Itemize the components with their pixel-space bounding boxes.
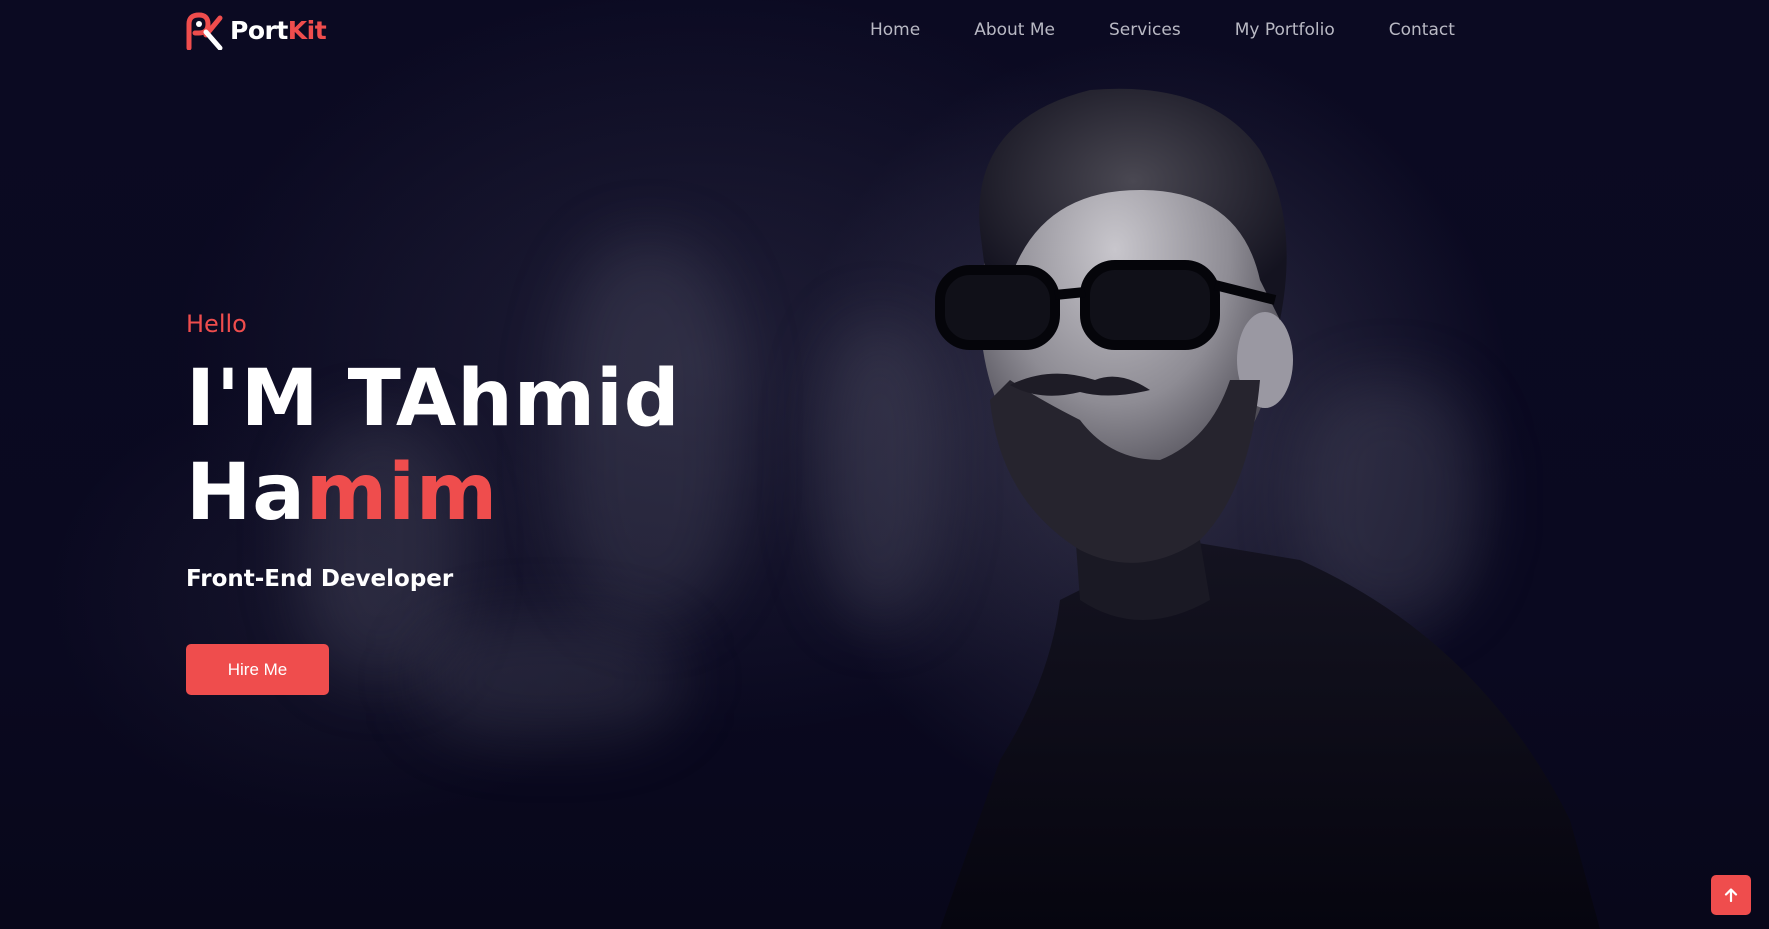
arrow-up-icon — [1724, 888, 1738, 902]
nav-item-my-portfolio[interactable]: My Portfolio — [1235, 20, 1335, 40]
hero-name-part: Ha — [186, 448, 306, 538]
role-subtitle: Front-End Developer — [186, 566, 454, 592]
hero-name-accent: mim — [305, 448, 499, 538]
hero-name-line-1: I'M TAhmid — [186, 354, 681, 444]
hire-me-button[interactable]: Hire Me — [186, 644, 329, 695]
hero-section: PortKit Home About Me Services My Portfo… — [0, 0, 1769, 929]
top-navbar: PortKit Home About Me Services My Portfo… — [0, 0, 1769, 64]
nav-menu: Home About Me Services My Portfolio Cont… — [870, 20, 1455, 40]
nav-item-services[interactable]: Services — [1109, 20, 1181, 40]
brand-logo[interactable]: PortKit — [186, 10, 327, 50]
hero-intro: Hello I'M TAhmid Hamim Front-End Develop… — [186, 310, 681, 592]
hero-name-line-2: Hamim — [186, 446, 681, 540]
pk-logo-icon — [186, 12, 223, 50]
scroll-to-top-button[interactable] — [1711, 875, 1751, 915]
greeting-text: Hello — [186, 310, 247, 338]
portrait-photo — [935, 88, 1600, 929]
brand-name: PortKit — [230, 15, 327, 45]
nav-item-home[interactable]: Home — [870, 20, 920, 40]
background-blur — [420, 620, 680, 740]
nav-item-contact[interactable]: Contact — [1389, 20, 1455, 40]
nav-item-about-me[interactable]: About Me — [974, 20, 1055, 40]
